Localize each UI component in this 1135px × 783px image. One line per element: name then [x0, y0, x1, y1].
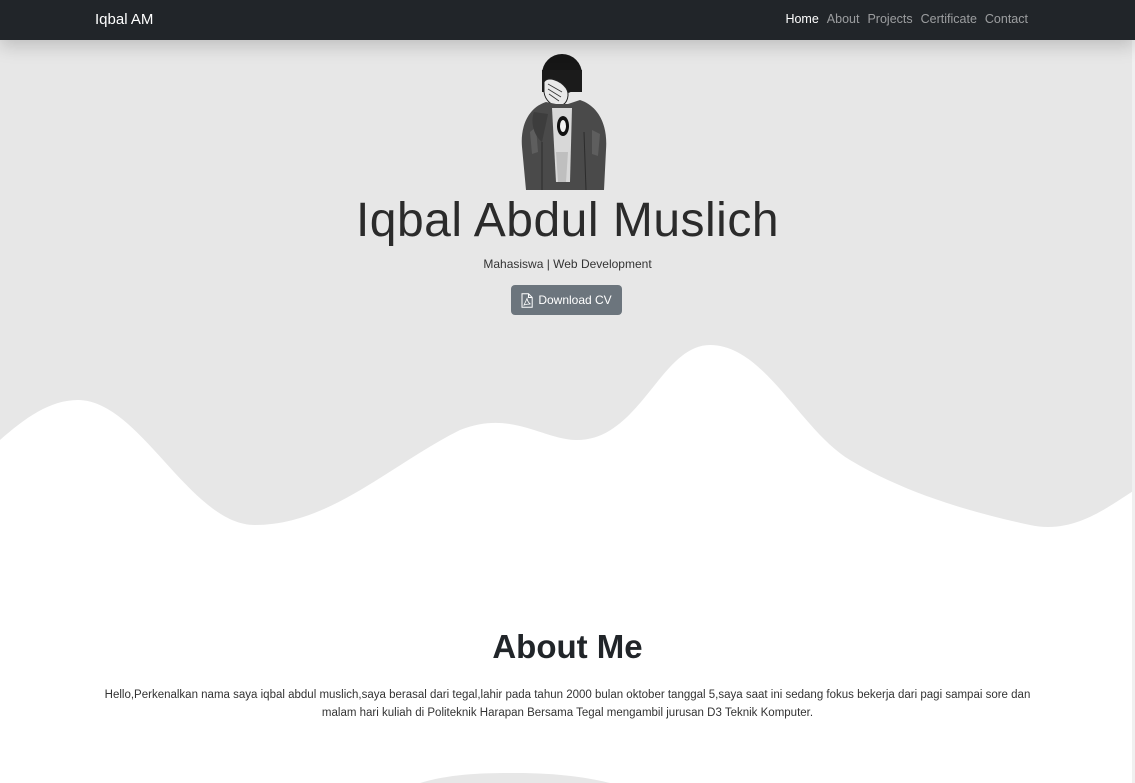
hero-title: Iqbal Abdul Muslich — [355, 194, 780, 247]
nav-link-home[interactable]: Home — [781, 12, 822, 26]
about-title: About Me — [492, 628, 643, 665]
file-pdf-icon — [521, 292, 534, 308]
nav-links: Home About Projects Certificate Contact — [781, 12, 1032, 26]
nav-link-certificate[interactable]: Certificate — [917, 12, 981, 26]
navbar: Iqbal AM Home About Projects Certificate… — [0, 0, 1135, 40]
profile-avatar — [521, 54, 607, 190]
nav-link-contact[interactable]: Contact — [981, 12, 1032, 26]
bottom-wave-divider — [420, 773, 610, 783]
nav-link-projects[interactable]: Projects — [863, 12, 916, 26]
hero-subtitle: Mahasiswa | Web Development — [483, 257, 652, 271]
download-cv-button[interactable]: Download CV — [511, 285, 622, 315]
about-text: Hello,Perkenalkan nama saya iqbal abdul … — [104, 689, 1031, 719]
hero-wave-divider — [0, 345, 1135, 550]
download-cv-label: Download CV — [538, 293, 612, 307]
navbar-brand[interactable]: Iqbal AM — [95, 11, 153, 28]
nav-link-about[interactable]: About — [823, 12, 864, 26]
